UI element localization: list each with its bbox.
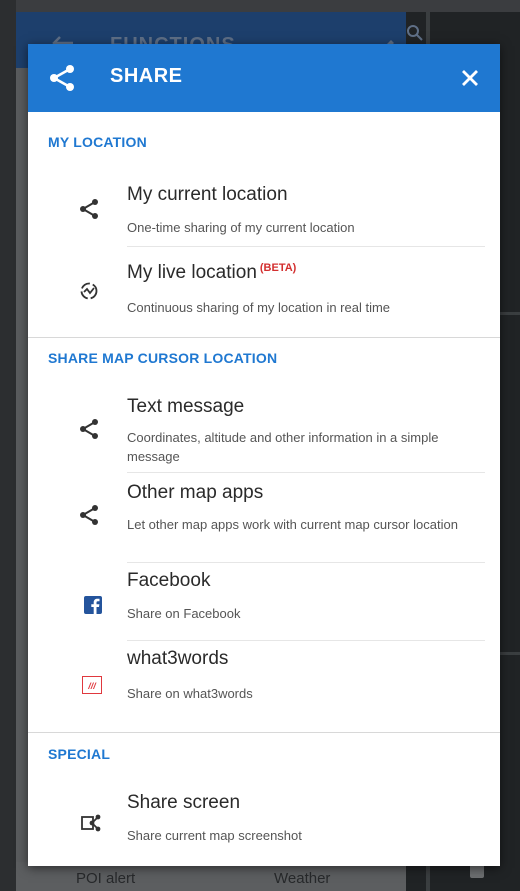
background-label-weather: Weather [274, 870, 331, 887]
section-divider [28, 732, 500, 733]
item-divider [127, 640, 485, 641]
share-icon [48, 64, 76, 97]
item-title: Share screen [127, 792, 241, 813]
item-subtitle: Share on what3words [127, 686, 253, 701]
item-subtitle: Let other map apps work with current map… [127, 517, 458, 532]
item-title: My live location (BETA) [127, 262, 296, 284]
share-dialog: SHARE MY LOCATION My current location On… [28, 44, 500, 866]
section-header-special: SPECIAL [48, 746, 111, 762]
share-screen-icon [80, 812, 110, 842]
section-header-my-location: MY LOCATION [48, 134, 147, 150]
item-subtitle: Share current map screenshot [127, 828, 302, 843]
item-what3words[interactable]: /// what3words Share on what3words [28, 642, 500, 730]
facebook-icon [84, 596, 102, 614]
background-label-poi-alert: POI alert [76, 870, 136, 887]
item-my-live-location[interactable]: My live location (BETA) Continuous sharin… [28, 256, 500, 336]
item-subtitle: Share on Facebook [127, 606, 241, 621]
item-title: what3words [127, 648, 229, 669]
item-facebook[interactable]: Facebook Share on Facebook [28, 562, 500, 642]
close-button[interactable] [454, 62, 486, 94]
live-location-icon [78, 280, 108, 310]
section-divider [28, 337, 500, 338]
item-title: Text message [127, 396, 245, 417]
close-icon [462, 70, 478, 86]
share-icon [78, 504, 108, 534]
item-subtitle: One-time sharing of my current location [127, 220, 355, 235]
what3words-icon: /// [82, 676, 102, 694]
item-share-screen[interactable]: Share screen Share current map screensho… [28, 784, 500, 866]
dialog-title: SHARE [110, 65, 183, 87]
background-left-strip [0, 0, 16, 891]
item-title: Other map apps [127, 482, 264, 503]
dialog-header: SHARE [28, 44, 500, 112]
item-my-current-location[interactable]: My current location One-time sharing of … [28, 176, 500, 256]
item-other-map-apps[interactable]: Other map apps Let other map apps work w… [28, 472, 500, 563]
item-title: My current location [127, 184, 288, 205]
section-header-share-map-cursor: SHARE MAP CURSOR LOCATION [48, 350, 278, 366]
item-subtitle: Continuous sharing of my location in rea… [127, 300, 391, 315]
item-text-message[interactable]: Text message Coordinates, altitude and o… [28, 390, 500, 473]
share-icon [78, 198, 108, 228]
background-chip [470, 864, 484, 878]
item-title-text: My live location [127, 262, 257, 283]
item-subtitle: Coordinates, altitude and other informat… [127, 430, 439, 464]
item-divider [127, 246, 485, 247]
beta-badge: (BETA) [259, 262, 297, 274]
item-title: Facebook [127, 570, 211, 591]
share-icon [78, 418, 108, 448]
background-bottom-bar: POI alert Weather [16, 862, 406, 891]
